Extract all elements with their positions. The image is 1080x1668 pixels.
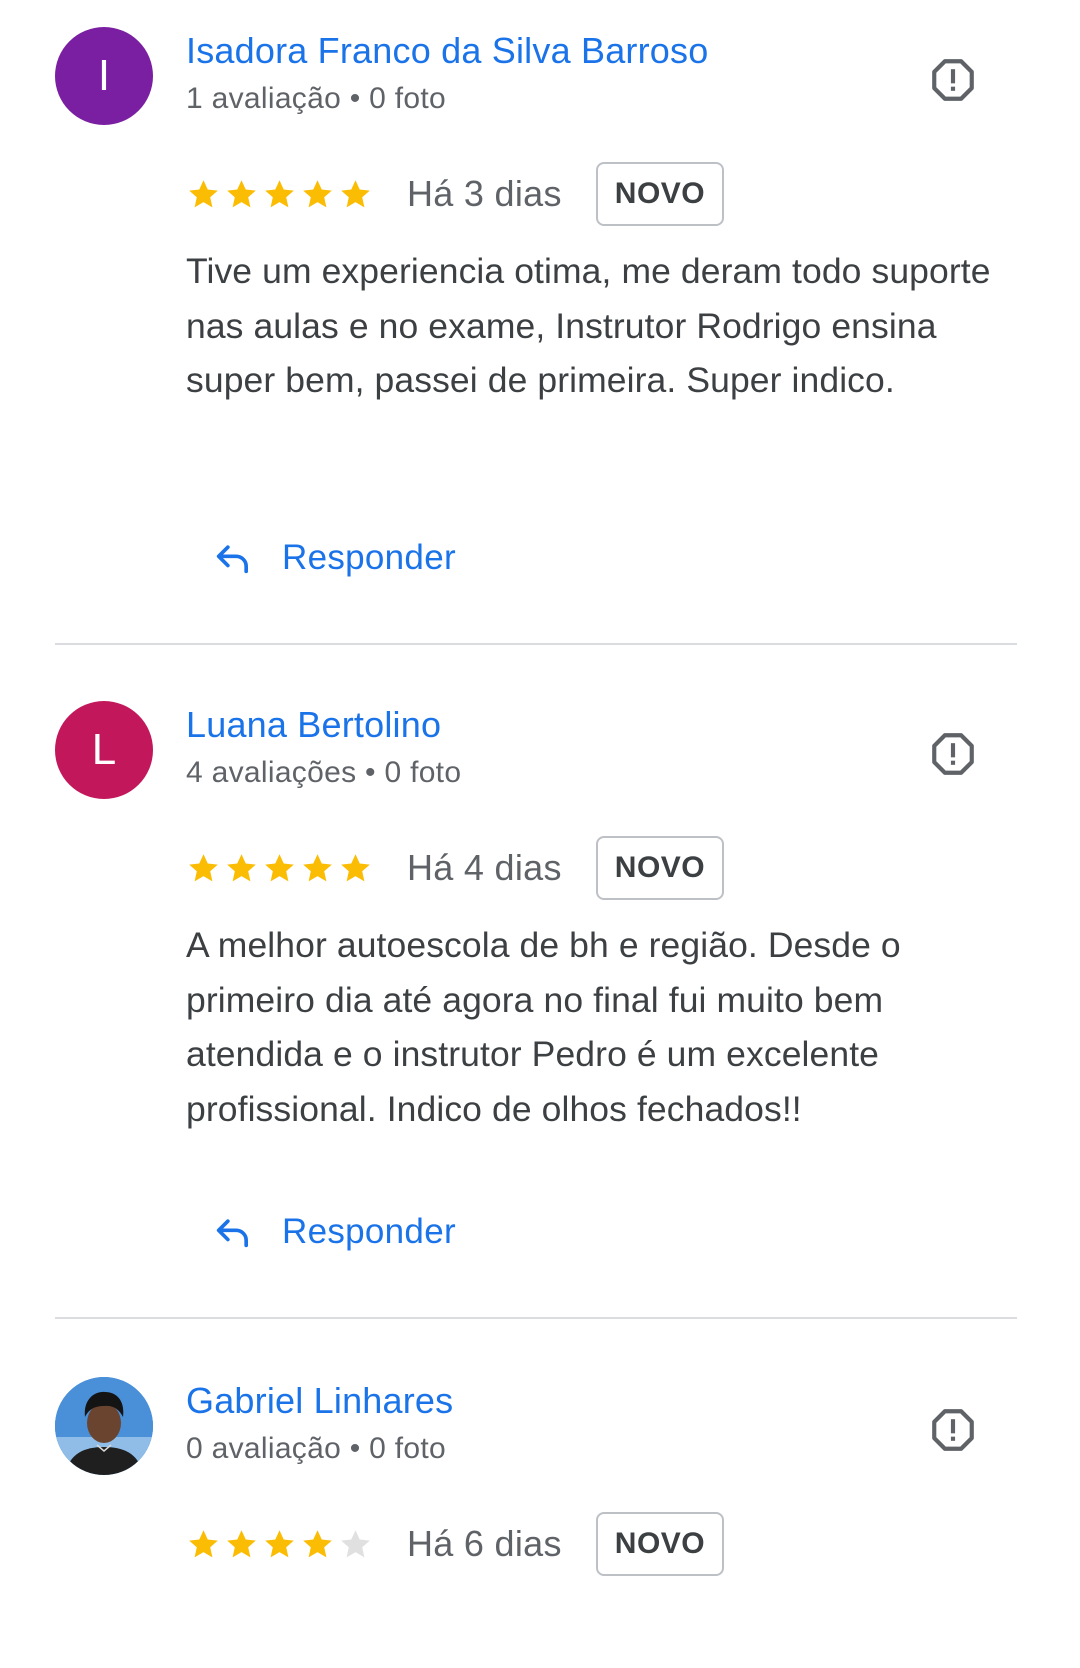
new-badge: NOVO [595,836,725,900]
new-badge: NOVO [595,1512,725,1576]
star-rating [186,1527,373,1562]
avatar[interactable]: I [55,27,153,125]
reply-button[interactable]: Responder [212,1202,456,1262]
review-date: Há 4 dias [407,847,562,888]
reply-label: Responder [282,538,456,577]
star-icon [227,853,256,881]
report-flag-icon[interactable] [928,1405,978,1455]
star-icon [265,179,294,207]
review-text: A melhor autoescola de bh e região. Desd… [186,925,901,1129]
rating-row: Há 4 dias NOVO [186,836,725,900]
reviewer-name[interactable]: Gabriel Linhares [186,1380,453,1422]
rating-row: Há 6 dias NOVO [186,1512,725,1576]
rating-row: Há 3 dias NOVO [186,162,725,226]
divider [55,643,1017,645]
reviewer-meta: 4 avaliações • 0 foto [186,756,462,789]
star-icon [303,853,332,881]
star-icon [189,1529,218,1557]
new-badge: NOVO [595,162,725,226]
reply-arrow-icon [216,545,249,574]
star-icon [227,179,256,207]
star-icon [341,853,370,881]
star-icon [303,1529,332,1557]
star-icon [189,853,218,881]
reply-label: Responder [282,1212,456,1251]
profile-photo [55,1377,153,1475]
avatar[interactable] [55,1377,153,1475]
reply-arrow-icon [216,1219,249,1248]
reviewer-name[interactable]: Isadora Franco da Silva Barroso [186,30,708,72]
report-flag-icon[interactable] [928,729,978,779]
reviewer-name[interactable]: Luana Bertolino [186,704,441,746]
reviewer-meta: 1 avaliação • 0 foto [186,82,447,115]
review-date: Há 6 dias [407,1523,562,1564]
reply-button[interactable]: Responder [212,528,456,588]
star-icon [265,1529,294,1557]
review-text: Tive um experiencia otima, me deram todo… [186,251,991,400]
star-icon [265,853,294,881]
star-icon [341,179,370,207]
star-icon [341,1529,370,1557]
star-icon [303,179,332,207]
reviewer-meta: 0 avaliação • 0 foto [186,1432,447,1465]
review-date: Há 3 dias [407,173,562,214]
divider [55,1317,1017,1319]
star-rating [186,851,373,886]
avatar[interactable]: L [55,701,153,799]
star-rating [186,177,373,212]
star-icon [227,1529,256,1557]
report-flag-icon[interactable] [928,55,978,105]
star-icon [189,179,218,207]
